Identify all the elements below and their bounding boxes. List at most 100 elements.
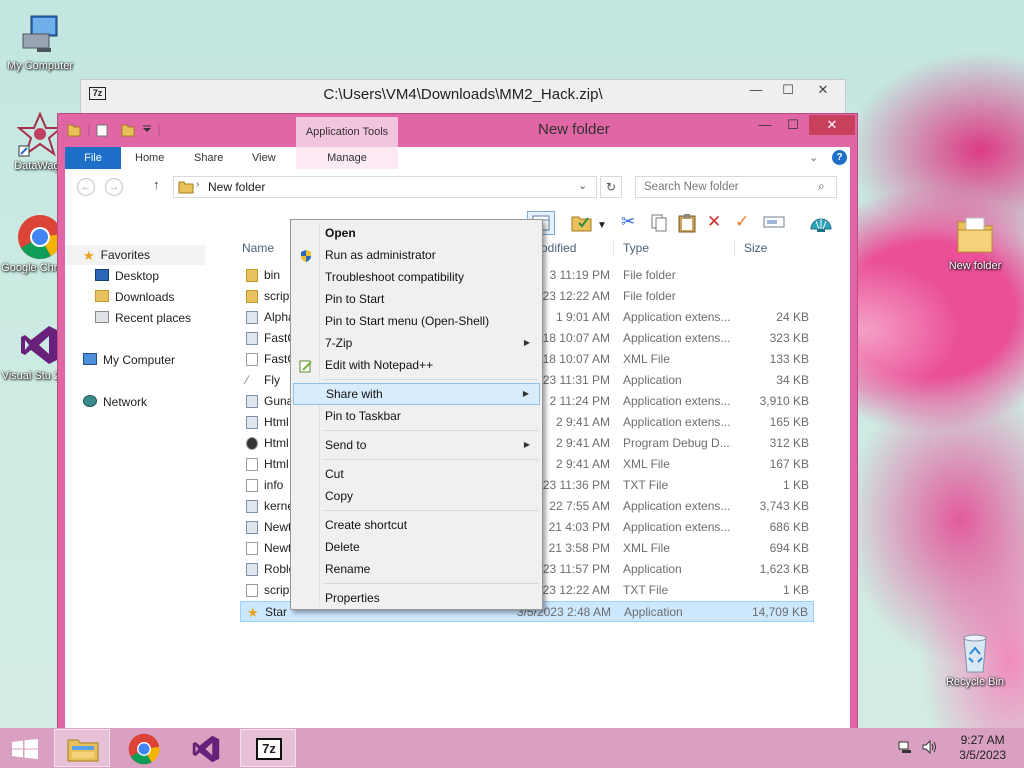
nav-label: Desktop [115, 269, 160, 283]
dropdown-arrow-icon[interactable]: ▼ [597, 217, 607, 235]
checkmark-icon[interactable]: ✓ [735, 213, 749, 231]
network-tray-icon[interactable] [898, 740, 912, 754]
menu-item-7-zip[interactable]: 7-Zip ▶ [293, 332, 540, 354]
forward-arrow-icon[interactable]: → [105, 178, 123, 196]
zip-minimize-button[interactable]: — [741, 80, 771, 100]
menu-item-label: Delete [325, 540, 360, 554]
file-type: XML File [623, 541, 670, 555]
menu-item-properties[interactable]: Properties [293, 587, 540, 609]
menu-item-label: Pin to Taskbar [325, 409, 401, 423]
menu-item-copy[interactable]: Copy [293, 485, 540, 507]
taskbar-visual-studio[interactable] [178, 729, 234, 767]
zip-close-button[interactable]: ✕ [803, 80, 843, 100]
column-divider[interactable] [613, 241, 614, 257]
help-icon[interactable]: ? [832, 150, 847, 165]
breadcrumb-new-folder[interactable]: New folder [208, 180, 265, 194]
desktop-icon-recycle-bin[interactable]: Recycle Bin [935, 628, 1015, 689]
nav-recent-places[interactable]: Recent places [95, 308, 191, 328]
recycle-bin-icon [952, 628, 998, 674]
breadcrumb-chevron-icon[interactable]: › [196, 179, 199, 190]
column-header-date-modified[interactable]: odified [541, 237, 576, 259]
file-icon [246, 332, 258, 345]
file-type: Application extens... [623, 499, 731, 513]
file-type: XML File [623, 352, 670, 366]
column-divider[interactable] [734, 241, 735, 257]
menu-item-label: Pin to Start menu (Open-Shell) [325, 314, 490, 328]
desktop-icon-my-computer[interactable]: My Computer [0, 12, 80, 73]
file-icon [246, 353, 258, 366]
menu-separator [323, 583, 538, 584]
explorer-minimize-button[interactable]: — [751, 115, 779, 135]
file-icon [246, 584, 258, 597]
menu-item-edit-with-notepad[interactable]: Edit with Notepad++ [293, 354, 540, 376]
copy-icon[interactable] [649, 213, 669, 237]
explorer-maximize-button[interactable]: ☐ [779, 115, 807, 135]
menu-item-cut[interactable]: Cut [293, 463, 540, 485]
explorer-titlebar[interactable]: Application Tools New folder — ☐ ✕ [58, 114, 857, 147]
rename-icon[interactable] [763, 213, 785, 235]
nav-downloads[interactable]: Downloads [95, 287, 174, 307]
search-input[interactable]: Search New folder [635, 176, 837, 198]
menu-item-label: Create shortcut [325, 518, 408, 532]
column-header-name[interactable]: Name [242, 237, 274, 259]
menu-item-troubleshoot-compatibility[interactable]: Troubleshoot compatibility [293, 266, 540, 288]
column-header-size[interactable]: Size [744, 237, 767, 259]
menu-item-share-with[interactable]: Share with ▶ [293, 383, 540, 405]
tab-manage[interactable]: Manage [296, 147, 398, 169]
file-icon [246, 479, 258, 492]
7zip-logo-icon: 7z [256, 738, 282, 760]
taskbar-7zip[interactable]: 7z [240, 729, 296, 767]
submenu-arrow-icon: ▶ [522, 389, 529, 398]
menu-item-label: Open [325, 226, 356, 240]
computer-icon [83, 353, 97, 365]
menu-item-run-as-administrator[interactable]: Run as administrator [293, 244, 540, 266]
menu-separator [323, 379, 538, 380]
menu-item-pin-to-start[interactable]: Pin to Start [293, 288, 540, 310]
nav-favorites[interactable]: ★ Favorites [65, 245, 205, 265]
file-icon [246, 542, 258, 555]
network-icon [83, 395, 97, 407]
column-header-type[interactable]: Type [623, 237, 649, 259]
refresh-icon[interactable]: ↻ [600, 176, 622, 198]
taskbar-chrome[interactable] [116, 729, 172, 767]
file-type: Application extens... [623, 394, 731, 408]
delete-icon[interactable]: ✕ [707, 213, 721, 231]
nav-my-computer[interactable]: My Computer [83, 350, 175, 370]
menu-item-open[interactable]: Open [293, 222, 540, 244]
tab-view[interactable]: View [252, 147, 276, 169]
cut-icon[interactable]: ✂ [621, 213, 635, 231]
system-clock[interactable]: 9:27 AM 3/5/2023 [959, 733, 1006, 763]
nav-label: Recent places [115, 311, 192, 325]
zip-maximize-button[interactable]: ☐ [773, 80, 803, 100]
nav-network[interactable]: Network [83, 392, 147, 412]
ribbon-expand-chevron-icon[interactable]: ⌄ [809, 147, 818, 169]
explorer-title: New folder [538, 121, 610, 138]
menu-item-delete[interactable]: Delete [293, 536, 540, 558]
menu-item-send-to[interactable]: Send to ▶ [293, 434, 540, 456]
tab-home[interactable]: Home [135, 147, 164, 169]
tab-file[interactable]: File [65, 147, 121, 169]
search-icon[interactable]: ⌕ [818, 179, 825, 194]
star-icon: ★ [83, 248, 95, 263]
quick-access-toolbar-icons[interactable] [67, 122, 167, 138]
menu-item-pin-to-taskbar[interactable]: Pin to Taskbar [293, 405, 540, 427]
recent-places-icon [95, 311, 109, 323]
back-arrow-icon[interactable]: ← [77, 178, 95, 196]
explorer-close-button[interactable]: ✕ [809, 115, 855, 135]
volume-icon[interactable] [922, 739, 938, 755]
folder-options-icon[interactable] [571, 213, 593, 237]
shell-icon[interactable] [809, 213, 833, 239]
menu-item-pin-to-start-menu-open-shell[interactable]: Pin to Start menu (Open-Shell) [293, 310, 540, 332]
tab-share[interactable]: Share [194, 147, 223, 169]
up-arrow-icon[interactable]: ↑ [153, 177, 160, 192]
start-button[interactable] [0, 729, 48, 767]
taskbar-file-explorer[interactable] [54, 729, 110, 767]
file-size: 694 KB [769, 541, 809, 555]
address-dropdown-icon[interactable]: ⌄ [578, 179, 587, 192]
nav-desktop[interactable]: Desktop [95, 266, 159, 286]
desktop-icon-new-folder[interactable]: New folder [935, 212, 1015, 273]
address-bar[interactable]: › New folder ⌄ [173, 176, 597, 198]
menu-item-rename[interactable]: Rename [293, 558, 540, 580]
menu-item-create-shortcut[interactable]: Create shortcut [293, 514, 540, 536]
paste-icon[interactable] [677, 213, 697, 237]
